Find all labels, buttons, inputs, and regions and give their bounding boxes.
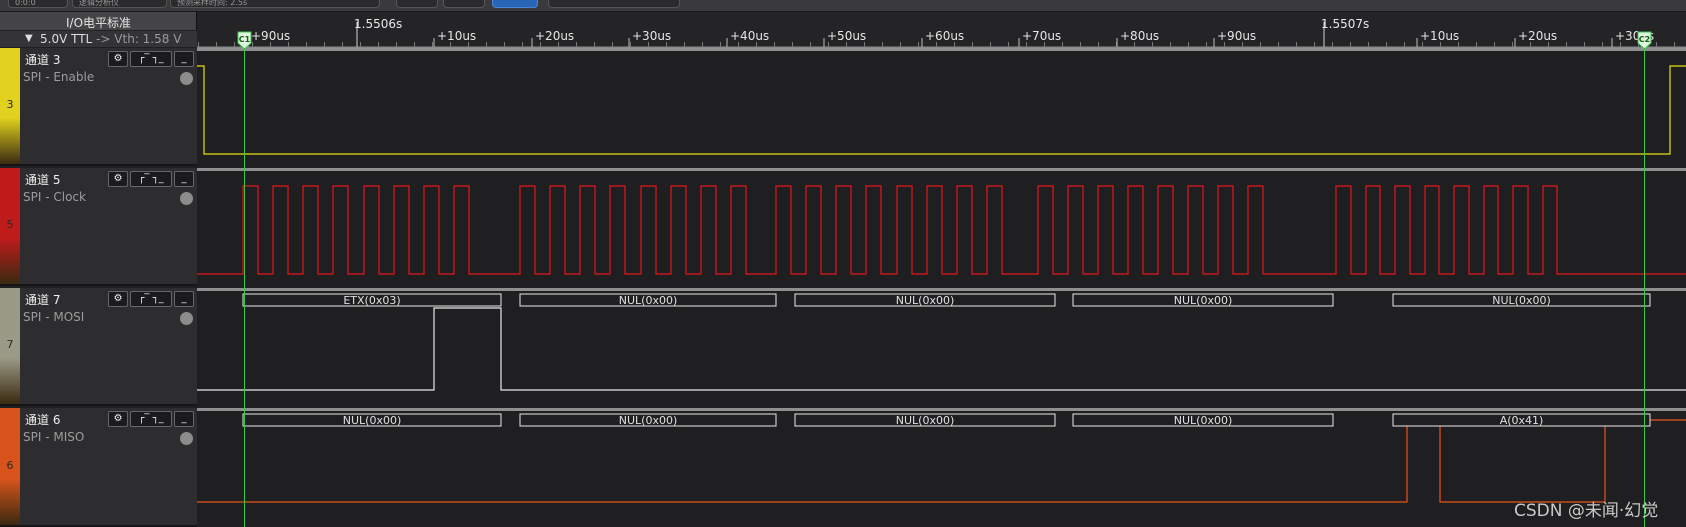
time-counter-display: 0:0:0 xyxy=(8,0,68,8)
ruler-major-label: 1.5506s xyxy=(354,17,402,31)
decode-label: NUL(0x00) xyxy=(896,414,955,427)
ruler-tick-label: +20us xyxy=(1518,29,1557,43)
io-level-selector[interactable]: ▼ 5.0V TTL -> Vth: 1.58 V xyxy=(0,30,197,47)
vth-readout: Vth: 1.58 V xyxy=(114,32,182,46)
channel-number: 5 xyxy=(6,218,14,231)
gear-icon[interactable]: ⚙ xyxy=(108,291,129,307)
ruler-tick-label: +10us xyxy=(437,29,476,43)
lane-background xyxy=(197,48,1686,168)
ruler-tick-label: +70us xyxy=(1022,29,1061,43)
decode-label: NUL(0x00) xyxy=(619,294,678,307)
channel-status-dot[interactable] xyxy=(180,312,193,325)
logic-analyzer-tab[interactable]: 逻辑分析仪 xyxy=(72,0,167,8)
toolbar-dropdown[interactable] xyxy=(548,0,680,8)
low-level-icon[interactable]: _ xyxy=(173,291,194,307)
toolbar-button-active[interactable] xyxy=(492,0,538,8)
channel-name[interactable]: 通道 6 xyxy=(25,411,60,428)
io-level-value: 5.0V TTL xyxy=(40,32,93,46)
ruler-tick-label: +40us xyxy=(730,29,769,43)
channel-description: SPI - Enable xyxy=(23,70,95,84)
waveform-plot[interactable]: +90us +10us +20us +30us +40us +50us +60us +70us… xyxy=(197,12,1686,527)
edge-trigger-icon[interactable]: ┌‾ ┐_ xyxy=(130,171,172,187)
decode-label: NUL(0x00) xyxy=(1174,414,1233,427)
channel-status-dot[interactable] xyxy=(180,72,193,85)
decode-label: NUL(0x00) xyxy=(619,414,678,427)
edge-trigger-icon[interactable]: ┌‾ ┐_ xyxy=(130,411,172,427)
channel-buttons: ⚙ ┌‾ ┐_ _ xyxy=(108,51,194,67)
ruler-tick-label: +50us xyxy=(827,29,866,43)
ruler-tick-label: +10us xyxy=(1420,29,1459,43)
gear-icon[interactable]: ⚙ xyxy=(108,411,129,427)
channel-number: 6 xyxy=(6,458,14,472)
decode-label: A(0x41) xyxy=(1500,414,1544,427)
channel-name[interactable]: 通道 7 xyxy=(25,291,60,308)
decode-label: ETX(0x03) xyxy=(343,294,400,307)
cursor-label: C2 xyxy=(1639,35,1650,44)
channel-status-dot[interactable] xyxy=(180,192,193,205)
dropdown-triangle-icon[interactable]: ▼ xyxy=(25,31,33,47)
decode-label: NUL(0x00) xyxy=(1174,294,1233,307)
waveform-lanes xyxy=(197,48,1686,527)
channel-panel-3: 3 通道 3 SPI - Enable ⚙ ┌‾ ┐_ _ xyxy=(0,48,197,166)
decode-label: NUL(0x00) xyxy=(896,294,955,307)
cursor-label: C1 xyxy=(239,35,251,44)
gear-icon[interactable]: ⚙ xyxy=(108,51,129,67)
channel-buttons: ⚙ ┌‾ ┐_ _ xyxy=(108,411,194,427)
ruler-major-label: 1.5507s xyxy=(1321,17,1369,31)
decode-label: NUL(0x00) xyxy=(343,414,402,427)
sample-time-readout: 预测采样时间: 2.5s xyxy=(170,0,380,8)
ruler-tick-label: +30us xyxy=(632,29,671,43)
channel-panel-6: 6 通道 6 SPI - MISO ⚙ ┌‾ ┐_ _ xyxy=(0,408,197,527)
top-toolbar: 0:0:0 逻辑分析仪 预测采样时间: 2.5s xyxy=(0,0,1686,12)
toolbar-button-2[interactable] xyxy=(443,0,485,8)
io-level-title: I/O电平标准 xyxy=(65,16,132,30)
channel-buttons: ⚙ ┌‾ ┐_ _ xyxy=(108,291,194,307)
toolbar-button-1[interactable] xyxy=(396,0,438,8)
edge-trigger-icon[interactable]: ┌‾ ┐_ xyxy=(130,51,172,67)
io-level-panel: I/O电平标准 ▼ 5.0V TTL -> Vth: 1.58 V xyxy=(0,12,197,47)
gear-icon[interactable]: ⚙ xyxy=(108,171,129,187)
ruler-tick-label: +90us xyxy=(1217,29,1256,43)
channel-panel-5: 5 通道 5 SPI - Clock ⚙ ┌‾ ┐_ _ xyxy=(0,168,197,286)
channel-panel-7: 7 通道 7 SPI - MOSI ⚙ ┌‾ ┐_ _ xyxy=(0,288,197,406)
channel-description: SPI - MOSI xyxy=(23,310,85,324)
ruler-tick-label: +80us xyxy=(1120,29,1159,43)
low-level-icon[interactable]: _ xyxy=(173,51,194,67)
io-level-arrow: -> xyxy=(96,32,111,46)
low-level-icon[interactable]: _ xyxy=(173,171,194,187)
logic-analyzer-window: 0:0:0 逻辑分析仪 预测采样时间: 2.5s I/O电平标准 ▼ 5.0V … xyxy=(0,0,1686,527)
ruler-tick-label: +90us xyxy=(251,29,290,43)
edge-trigger-icon[interactable]: ┌‾ ┐_ xyxy=(130,291,172,307)
channel-number: 3 xyxy=(6,98,14,111)
ruler-tick-label: +20us xyxy=(535,29,574,43)
channel-buttons: ⚙ ┌‾ ┐_ _ xyxy=(108,171,194,187)
channel-status-dot[interactable] xyxy=(180,432,193,445)
watermark-text: CSDN @未闻·幻觉 xyxy=(1514,501,1659,521)
channel-name[interactable]: 通道 3 xyxy=(25,51,60,68)
channel-name[interactable]: 通道 5 xyxy=(25,171,60,188)
low-level-icon[interactable]: _ xyxy=(173,411,194,427)
time-ruler[interactable]: +90us +10us +20us +30us +40us +50us +60us +70us… xyxy=(197,12,1686,49)
channel-description: SPI - Clock xyxy=(23,190,86,204)
channel-number: 7 xyxy=(6,338,14,351)
channel-description: SPI - MISO xyxy=(23,430,85,444)
decode-label: NUL(0x00) xyxy=(1492,294,1551,307)
ruler-tick-label: +60us xyxy=(925,29,964,43)
